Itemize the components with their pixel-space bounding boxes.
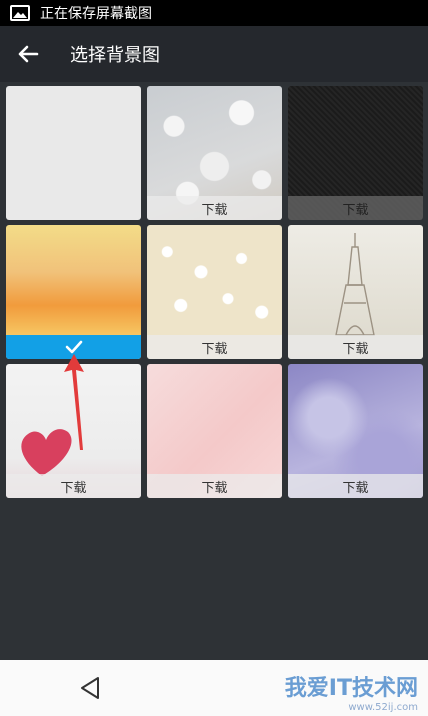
download-label[interactable]: 下载 (147, 335, 282, 359)
download-label[interactable]: 下载 (288, 474, 423, 498)
background-tile-raindrops[interactable]: 下载 (288, 364, 423, 498)
check-icon (65, 340, 82, 354)
download-label[interactable]: 下载 (288, 335, 423, 359)
download-label[interactable]: 下载 (147, 474, 282, 498)
background-tile-pink[interactable]: 下载 (147, 364, 282, 498)
status-text: 正在保存屏幕截图 (40, 6, 152, 22)
back-button[interactable] (0, 26, 56, 82)
background-tile-dark[interactable]: 下载 (288, 86, 423, 220)
background-tile-plain[interactable] (6, 86, 141, 220)
background-tile-eiffel[interactable]: 下载 (288, 225, 423, 359)
background-tile-heart[interactable]: 下载 (6, 364, 141, 498)
triangle-back-icon (81, 677, 99, 699)
background-tile-gold-selected[interactable] (6, 225, 141, 359)
background-grid: 下载 下载 下载 下载 下载 下载 下载 (6, 86, 423, 498)
arrow-left-icon (18, 45, 39, 63)
title-bar: 选择背景图 (0, 26, 428, 82)
download-label[interactable]: 下载 (147, 196, 282, 220)
background-tile-bokeh[interactable]: 下载 (147, 86, 282, 220)
status-bar: 正在保存屏幕截图 (0, 0, 428, 26)
nav-back-button[interactable] (62, 660, 118, 716)
download-label[interactable]: 下载 (6, 474, 141, 498)
background-tile-cream[interactable]: 下载 (147, 225, 282, 359)
watermark-url: www.52ij.com (348, 702, 418, 713)
watermark-text: 我爱IT技术网 (284, 676, 418, 701)
image-icon (10, 5, 30, 21)
watermark: 我爱IT技术网 www.52ij.com (285, 670, 418, 713)
page-title: 选择背景图 (70, 45, 160, 66)
selected-indicator (6, 335, 141, 359)
download-label[interactable]: 下载 (288, 196, 423, 220)
